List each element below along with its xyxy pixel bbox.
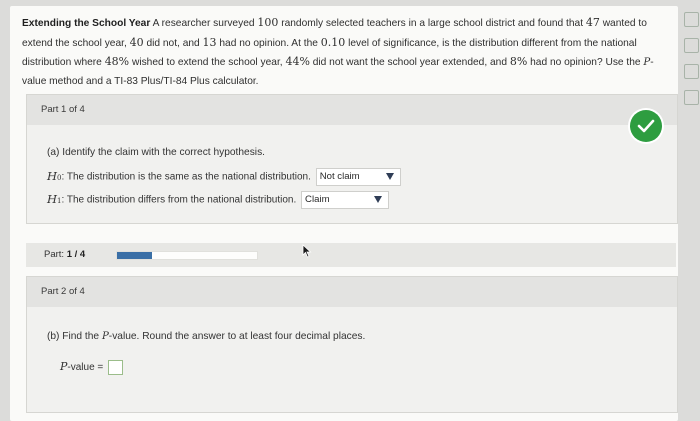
h0-symbol: H0 — [47, 168, 62, 183]
h1-text: : The distribution differs from the nati… — [61, 194, 297, 206]
toolbar-icon[interactable] — [684, 90, 699, 105]
h0-row: H0: The distribution is the same as the … — [47, 168, 401, 186]
h0-claim-select[interactable]: Not claim — [315, 168, 401, 186]
part-progress: Part: 1 / 4 — [26, 243, 676, 267]
problem-statement: Extending the School Year A researcher s… — [22, 16, 654, 87]
caret-down-icon — [385, 173, 394, 180]
toolbar-icon[interactable] — [684, 64, 699, 79]
pvalue-row: P-value = — [60, 360, 124, 375]
screen: Extending the School Year A researcher s… — [10, 6, 678, 421]
part2-card: Part 2 of 4 (b) Find the P-value. Round … — [26, 276, 678, 413]
cursor-icon — [302, 244, 312, 258]
toolbar-icon[interactable] — [684, 12, 699, 27]
h1-symbol: H1 — [47, 191, 62, 206]
part2-header: Part 2 of 4 — [27, 277, 677, 307]
part1-question: (a) Identify the claim with the correct … — [47, 147, 265, 158]
part1-header: Part 1 of 4 — [27, 95, 677, 125]
progress-bar-fill — [117, 252, 152, 259]
pvalue-input[interactable] — [108, 360, 124, 375]
part2-question: (b) Find the P-value. Round the answer t… — [47, 331, 366, 342]
check-icon — [630, 110, 662, 142]
problem-title: Extending the School Year — [22, 18, 151, 29]
progress-label: Part: 1 / 4 — [44, 249, 86, 260]
caret-down-icon — [374, 196, 383, 203]
h0-text: : The distribution is the same as the na… — [61, 171, 311, 183]
h1-row: H1: The distribution differs from the na… — [47, 191, 390, 209]
right-rail — [680, 0, 700, 421]
progress-bar — [116, 251, 258, 260]
part1-card: Part 1 of 4 (a) Identify the claim with … — [26, 94, 678, 224]
h1-claim-select[interactable]: Claim — [301, 191, 390, 209]
toolbar-icon[interactable] — [684, 38, 699, 53]
